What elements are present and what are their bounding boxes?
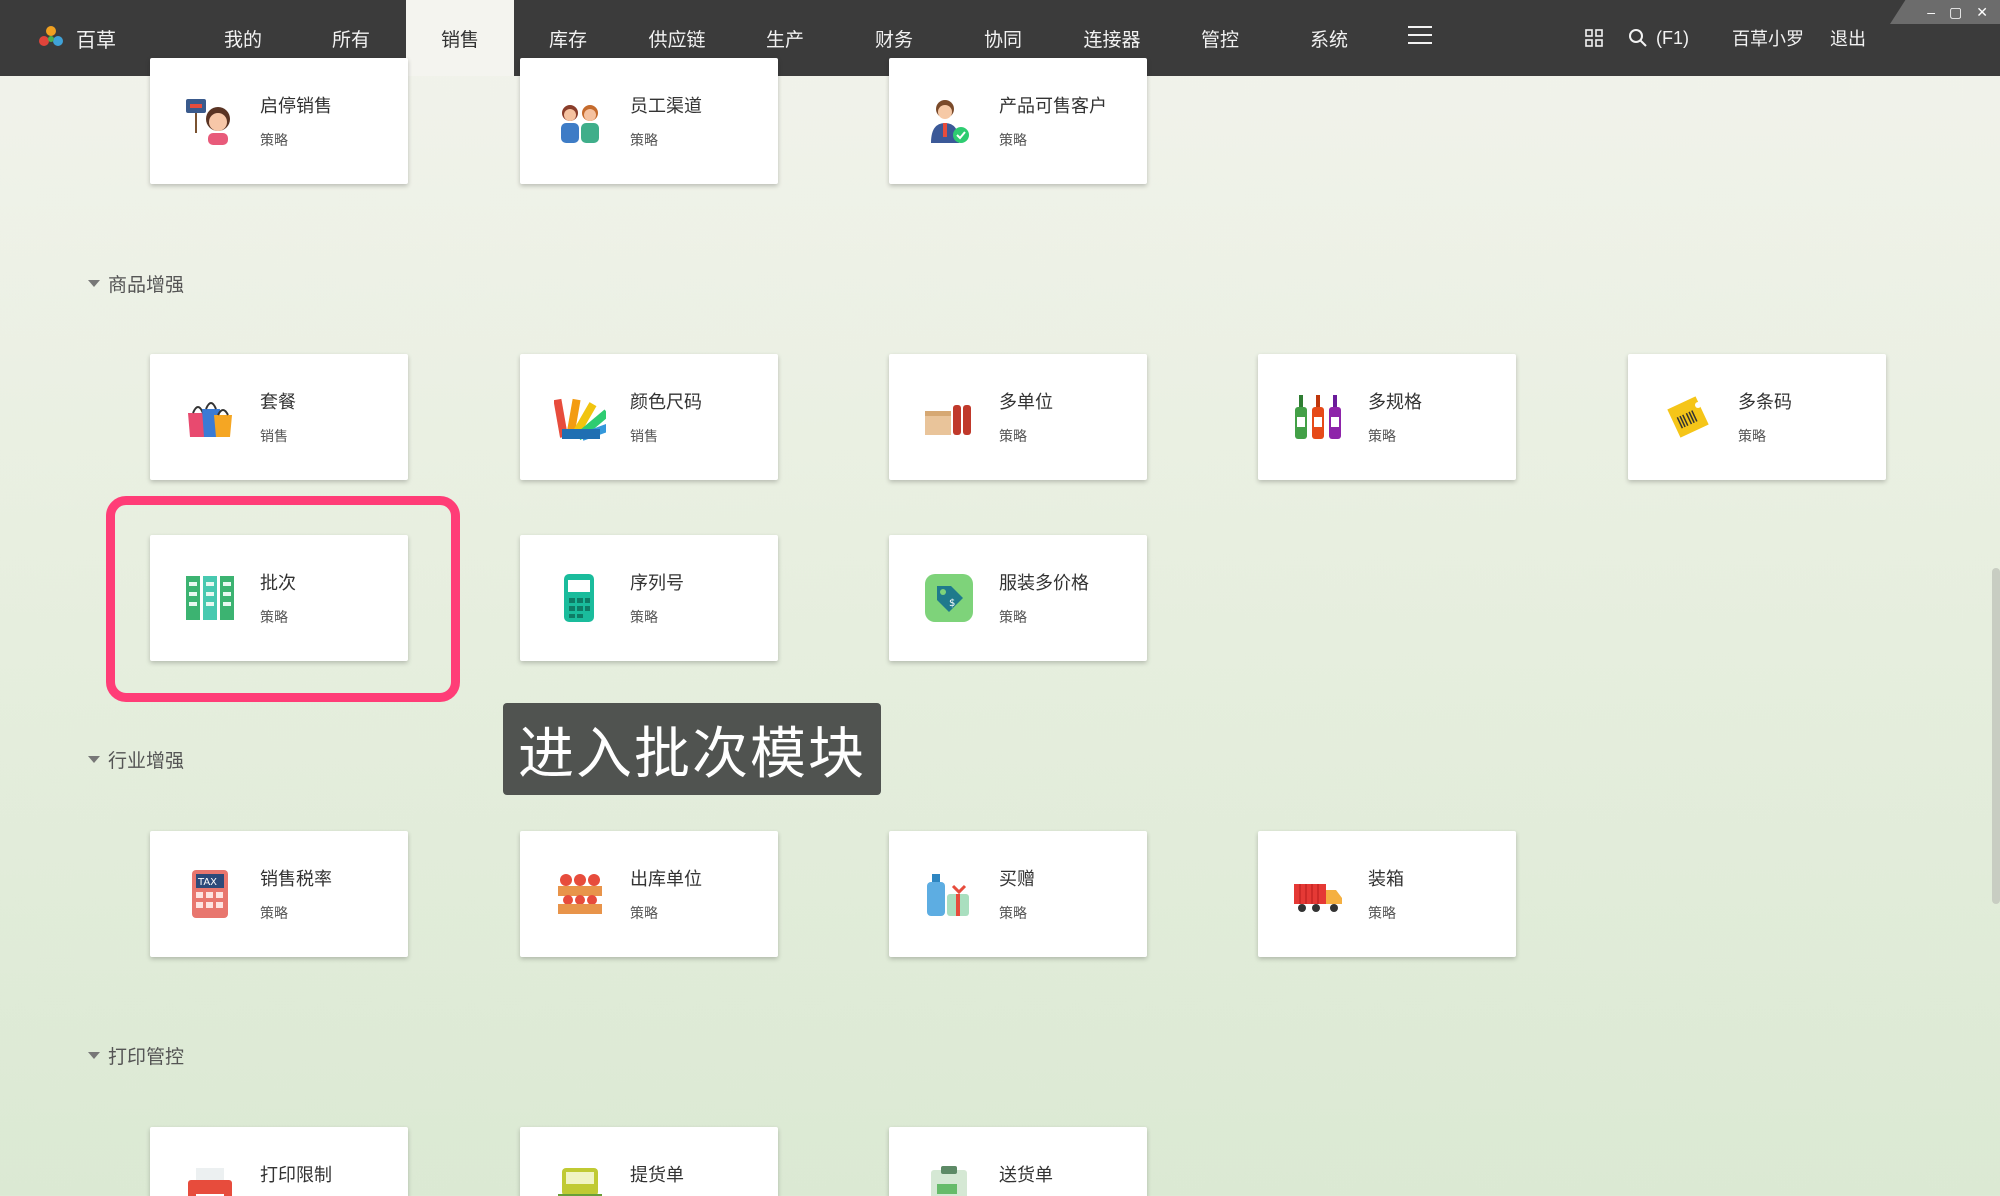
hamburger-menu-icon[interactable] [1408, 26, 1432, 50]
card-subtitle: 销售 [260, 428, 288, 444]
stop-sale-person-icon [186, 99, 230, 145]
card-title: 多规格 [1368, 392, 1422, 412]
fruit-crate-icon [558, 874, 602, 914]
verified-customer-icon [931, 100, 969, 143]
card-pickup-note[interactable]: 提货单 [520, 1127, 778, 1196]
delivery-clipboard-icon [931, 1166, 967, 1196]
card-title: 多单位 [999, 392, 1053, 412]
card-title: 装箱 [1368, 869, 1404, 889]
card-title: 送货单 [999, 1165, 1053, 1185]
boxes-bottles-icon [925, 405, 971, 435]
card-subtitle: 策略 [630, 609, 658, 625]
apps-grid-button[interactable] [1584, 0, 1604, 76]
card-subtitle: 策略 [630, 132, 658, 148]
card-multi-barcode[interactable]: 多条码 策略 [1628, 354, 1886, 480]
section-header-industry-enhance[interactable]: 行业增强 [88, 746, 184, 773]
window-controls: – ▢ ✕ [1890, 0, 2000, 24]
card-employee-channel[interactable]: 员工渠道 策略 [520, 58, 778, 184]
baicao-logo-icon [39, 26, 63, 46]
card-subtitle: 策略 [999, 132, 1027, 148]
svg-text:TAX: TAX [197, 877, 217, 888]
section-header-print-control[interactable]: 打印管控 [88, 1042, 184, 1069]
printer-icon [188, 1168, 232, 1196]
card-subtitle: 策略 [999, 905, 1027, 921]
card-title: 启停销售 [260, 96, 332, 116]
card-title: 买赠 [999, 869, 1035, 889]
close-icon[interactable]: ✕ [1976, 4, 1988, 21]
card-subtitle: 策略 [999, 428, 1027, 444]
card-title: 套餐 [260, 392, 296, 412]
card-serial-number[interactable]: 序列号 策略 [520, 535, 778, 661]
card-title: 颜色尺码 [630, 392, 702, 412]
card-title: 销售税率 [260, 869, 332, 889]
tax-calculator-icon: TAX [192, 870, 228, 918]
tooltip-enter-batch: 进入批次模块 [503, 703, 881, 795]
shopping-bags-icon [188, 402, 232, 437]
vertical-scrollbar[interactable] [1992, 568, 2000, 904]
card-subtitle: 销售 [630, 428, 658, 444]
wine-bottles-icon [1295, 395, 1341, 439]
card-packing[interactable]: 装箱 策略 [1258, 831, 1516, 957]
section-title: 商品增强 [108, 275, 185, 296]
card-title: 服装多价格 [999, 573, 1089, 593]
user-name[interactable]: 百草小罗 [1732, 25, 1804, 51]
card-title: 提货单 [630, 1165, 684, 1185]
section-title: 行业增强 [108, 751, 185, 772]
card-subtitle: 策略 [1368, 428, 1396, 444]
gift-bottles-icon [927, 874, 969, 916]
card-subtitle: 策略 [630, 905, 658, 921]
card-subtitle: 策略 [260, 905, 288, 921]
card-title: 打印限制 [260, 1165, 332, 1185]
card-subtitle: 策略 [1738, 428, 1766, 444]
section-header-product-enhance[interactable]: 商品增强 [88, 270, 184, 297]
card-title: 员工渠道 [630, 96, 702, 116]
batch-highlight-frame [106, 496, 460, 702]
section-title: 打印管控 [108, 1047, 185, 1068]
card-multi-unit[interactable]: 多单位 策略 [889, 354, 1147, 480]
card-color-size[interactable]: 颜色尺码 销售 [520, 354, 778, 480]
minimize-icon[interactable]: – [1927, 4, 1935, 20]
card-subtitle: 策略 [1368, 905, 1396, 921]
card-title: 出库单位 [630, 869, 702, 889]
nav-tab-system[interactable]: 系统 [1275, 0, 1383, 76]
svg-text:$: $ [949, 598, 955, 609]
card-product-customers[interactable]: 产品可售客户 策略 [889, 58, 1147, 184]
logout-link[interactable]: 退出 [1830, 25, 1866, 51]
card-sales-tax[interactable]: TAX 销售税率 策略 [150, 831, 408, 957]
search-shortcut-label: (F1) [1656, 27, 1689, 48]
card-outbound-unit[interactable]: 出库单位 策略 [520, 831, 778, 957]
grid-icon [1585, 29, 1603, 47]
search-button[interactable]: (F1) [1628, 0, 1689, 76]
card-multi-spec[interactable]: 多规格 策略 [1258, 354, 1516, 480]
card-delivery-note[interactable]: 送货单 [889, 1127, 1147, 1196]
card-subtitle: 策略 [260, 132, 288, 148]
card-apparel-pricing[interactable]: $ 服装多价格 策略 [889, 535, 1147, 661]
card-title: 序列号 [630, 573, 684, 593]
barcode-tag-icon [1667, 396, 1709, 438]
employees-icon [561, 105, 599, 143]
card-stop-sale[interactable]: 启停销售 策略 [150, 58, 408, 184]
maximize-icon[interactable]: ▢ [1949, 4, 1962, 21]
chevron-down-icon [88, 280, 100, 287]
card-buy-gift[interactable]: 买赠 策略 [889, 831, 1147, 957]
pickup-truck-icon [558, 1168, 602, 1196]
nav-tab-sales[interactable]: 销售 [406, 0, 514, 76]
serial-device-icon [564, 574, 594, 622]
app-name: 百草 [76, 29, 116, 52]
price-tag-icon: $ [925, 574, 973, 622]
card-title: 产品可售客户 [999, 96, 1107, 116]
card-print-limit[interactable]: 打印限制 [150, 1127, 408, 1196]
truck-icon [1294, 884, 1342, 912]
card-subtitle: 策略 [999, 609, 1027, 625]
nav-tab-control[interactable]: 管控 [1166, 0, 1274, 76]
brand[interactable]: 百草 [38, 0, 116, 76]
color-palette-icon [554, 398, 606, 441]
card-bundle[interactable]: 套餐 销售 [150, 354, 408, 480]
card-title: 多条码 [1738, 392, 1792, 412]
chevron-down-icon [88, 1052, 100, 1059]
search-icon [1629, 29, 1647, 47]
chevron-down-icon [88, 756, 100, 763]
